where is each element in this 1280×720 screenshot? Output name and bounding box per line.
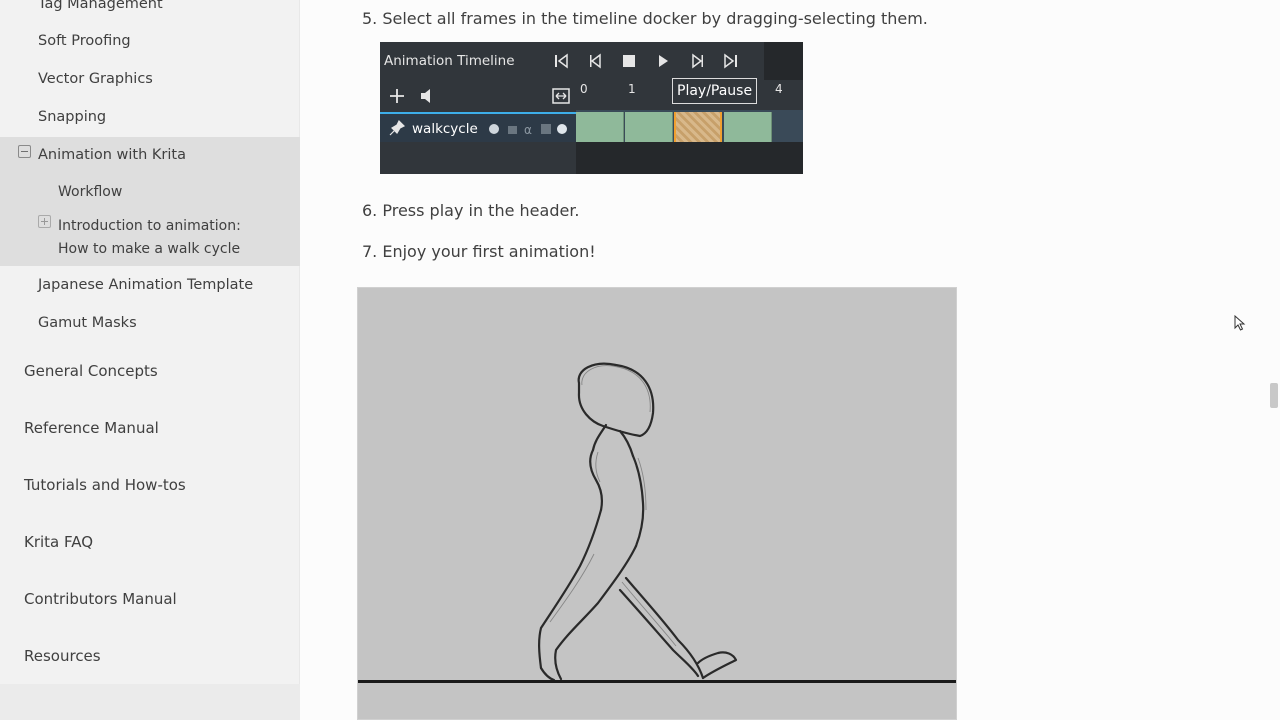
timeline-layer-name: walkcycle bbox=[412, 121, 478, 137]
sidebar-item-animation-with-krita[interactable]: Animation with Krita bbox=[38, 147, 186, 163]
first-frame-icon bbox=[555, 53, 568, 69]
expand-icon[interactable] bbox=[38, 215, 51, 228]
frame-cell-current bbox=[674, 112, 722, 142]
sidebar-item-resources[interactable]: Resources bbox=[24, 647, 101, 665]
pin-icon bbox=[389, 119, 406, 136]
frame-cell bbox=[576, 112, 624, 142]
frame-cell bbox=[625, 112, 673, 142]
timeline-frames bbox=[576, 110, 803, 142]
previous-frame-icon bbox=[590, 53, 601, 69]
frame-tick-0: 0 bbox=[580, 82, 588, 96]
sidebar-item-workflow[interactable]: Workflow bbox=[58, 184, 122, 200]
play-icon bbox=[659, 55, 668, 67]
frame-cell bbox=[724, 112, 772, 142]
step-7-text: 7. Enjoy your first animation! bbox=[362, 242, 596, 261]
mouse-cursor-icon bbox=[1234, 315, 1246, 331]
stop-icon bbox=[623, 55, 635, 67]
step-5-text: 5. Select all frames in the timeline doc… bbox=[362, 9, 928, 28]
frame-tick-4: 4 bbox=[775, 82, 783, 96]
sidebar-item-vector-graphics[interactable]: Vector Graphics bbox=[38, 71, 153, 87]
play-pause-tooltip: Play/Pause bbox=[672, 78, 758, 104]
timeline-header-extra bbox=[764, 42, 803, 80]
sidebar-active-section: Animation with Krita Workflow Introducti… bbox=[0, 137, 300, 266]
timeline-title: Animation Timeline bbox=[384, 53, 515, 69]
audio-icon bbox=[421, 89, 430, 103]
zoom-fit-icon bbox=[552, 88, 570, 104]
svg-text:α: α bbox=[524, 123, 532, 137]
main-content: 5. Select all frames in the timeline doc… bbox=[300, 0, 1266, 720]
timeline-layer-row: walkcycle α bbox=[380, 112, 576, 142]
collapse-icon[interactable] bbox=[18, 145, 31, 158]
sidebar-item-intro-animation-line2[interactable]: How to make a walk cycle bbox=[58, 241, 240, 257]
next-frame-icon bbox=[692, 53, 703, 69]
sidebar-item-soft-proofing[interactable]: Soft Proofing bbox=[38, 33, 131, 49]
sidebar-nav: Tag Management Soft Proofing Vector Grap… bbox=[0, 0, 300, 720]
scrollbar-thumb[interactable] bbox=[1270, 383, 1278, 408]
frame-tick-1: 1 bbox=[628, 82, 636, 96]
walking-figure-drawing bbox=[538, 362, 738, 682]
walk-cycle-animation bbox=[357, 287, 957, 720]
sidebar-footer bbox=[0, 684, 300, 720]
sidebar-item-intro-animation-line1[interactable]: Introduction to animation: bbox=[58, 218, 241, 234]
sidebar-item-tutorials[interactable]: Tutorials and How-tos bbox=[24, 476, 186, 494]
sidebar-item-general-concepts[interactable]: General Concepts bbox=[24, 362, 158, 380]
page-scrollbar[interactable] bbox=[1266, 0, 1280, 720]
sidebar-item-tag-management[interactable]: Tag Management bbox=[38, 0, 163, 12]
ground-line bbox=[358, 680, 956, 683]
sidebar-item-gamut-masks[interactable]: Gamut Masks bbox=[38, 315, 137, 331]
sidebar-item-krita-faq[interactable]: Krita FAQ bbox=[24, 533, 93, 551]
sidebar-item-reference-manual[interactable]: Reference Manual bbox=[24, 419, 159, 437]
last-frame-icon bbox=[724, 53, 737, 69]
timeline-empty-row bbox=[380, 142, 576, 174]
sidebar-item-contributors-manual[interactable]: Contributors Manual bbox=[24, 590, 177, 608]
step-6-text: 6. Press play in the header. bbox=[362, 201, 580, 220]
sidebar-item-japanese-animation-template[interactable]: Japanese Animation Template bbox=[38, 277, 253, 293]
layer-property-icons: α bbox=[489, 123, 567, 137]
add-layer-icon bbox=[390, 89, 404, 103]
timeline-empty-frames bbox=[576, 142, 803, 174]
sidebar-item-snapping[interactable]: Snapping bbox=[38, 109, 106, 125]
timeline-screenshot: Animation Timeline 0 1 4 walkcycle α Pla… bbox=[380, 42, 803, 174]
